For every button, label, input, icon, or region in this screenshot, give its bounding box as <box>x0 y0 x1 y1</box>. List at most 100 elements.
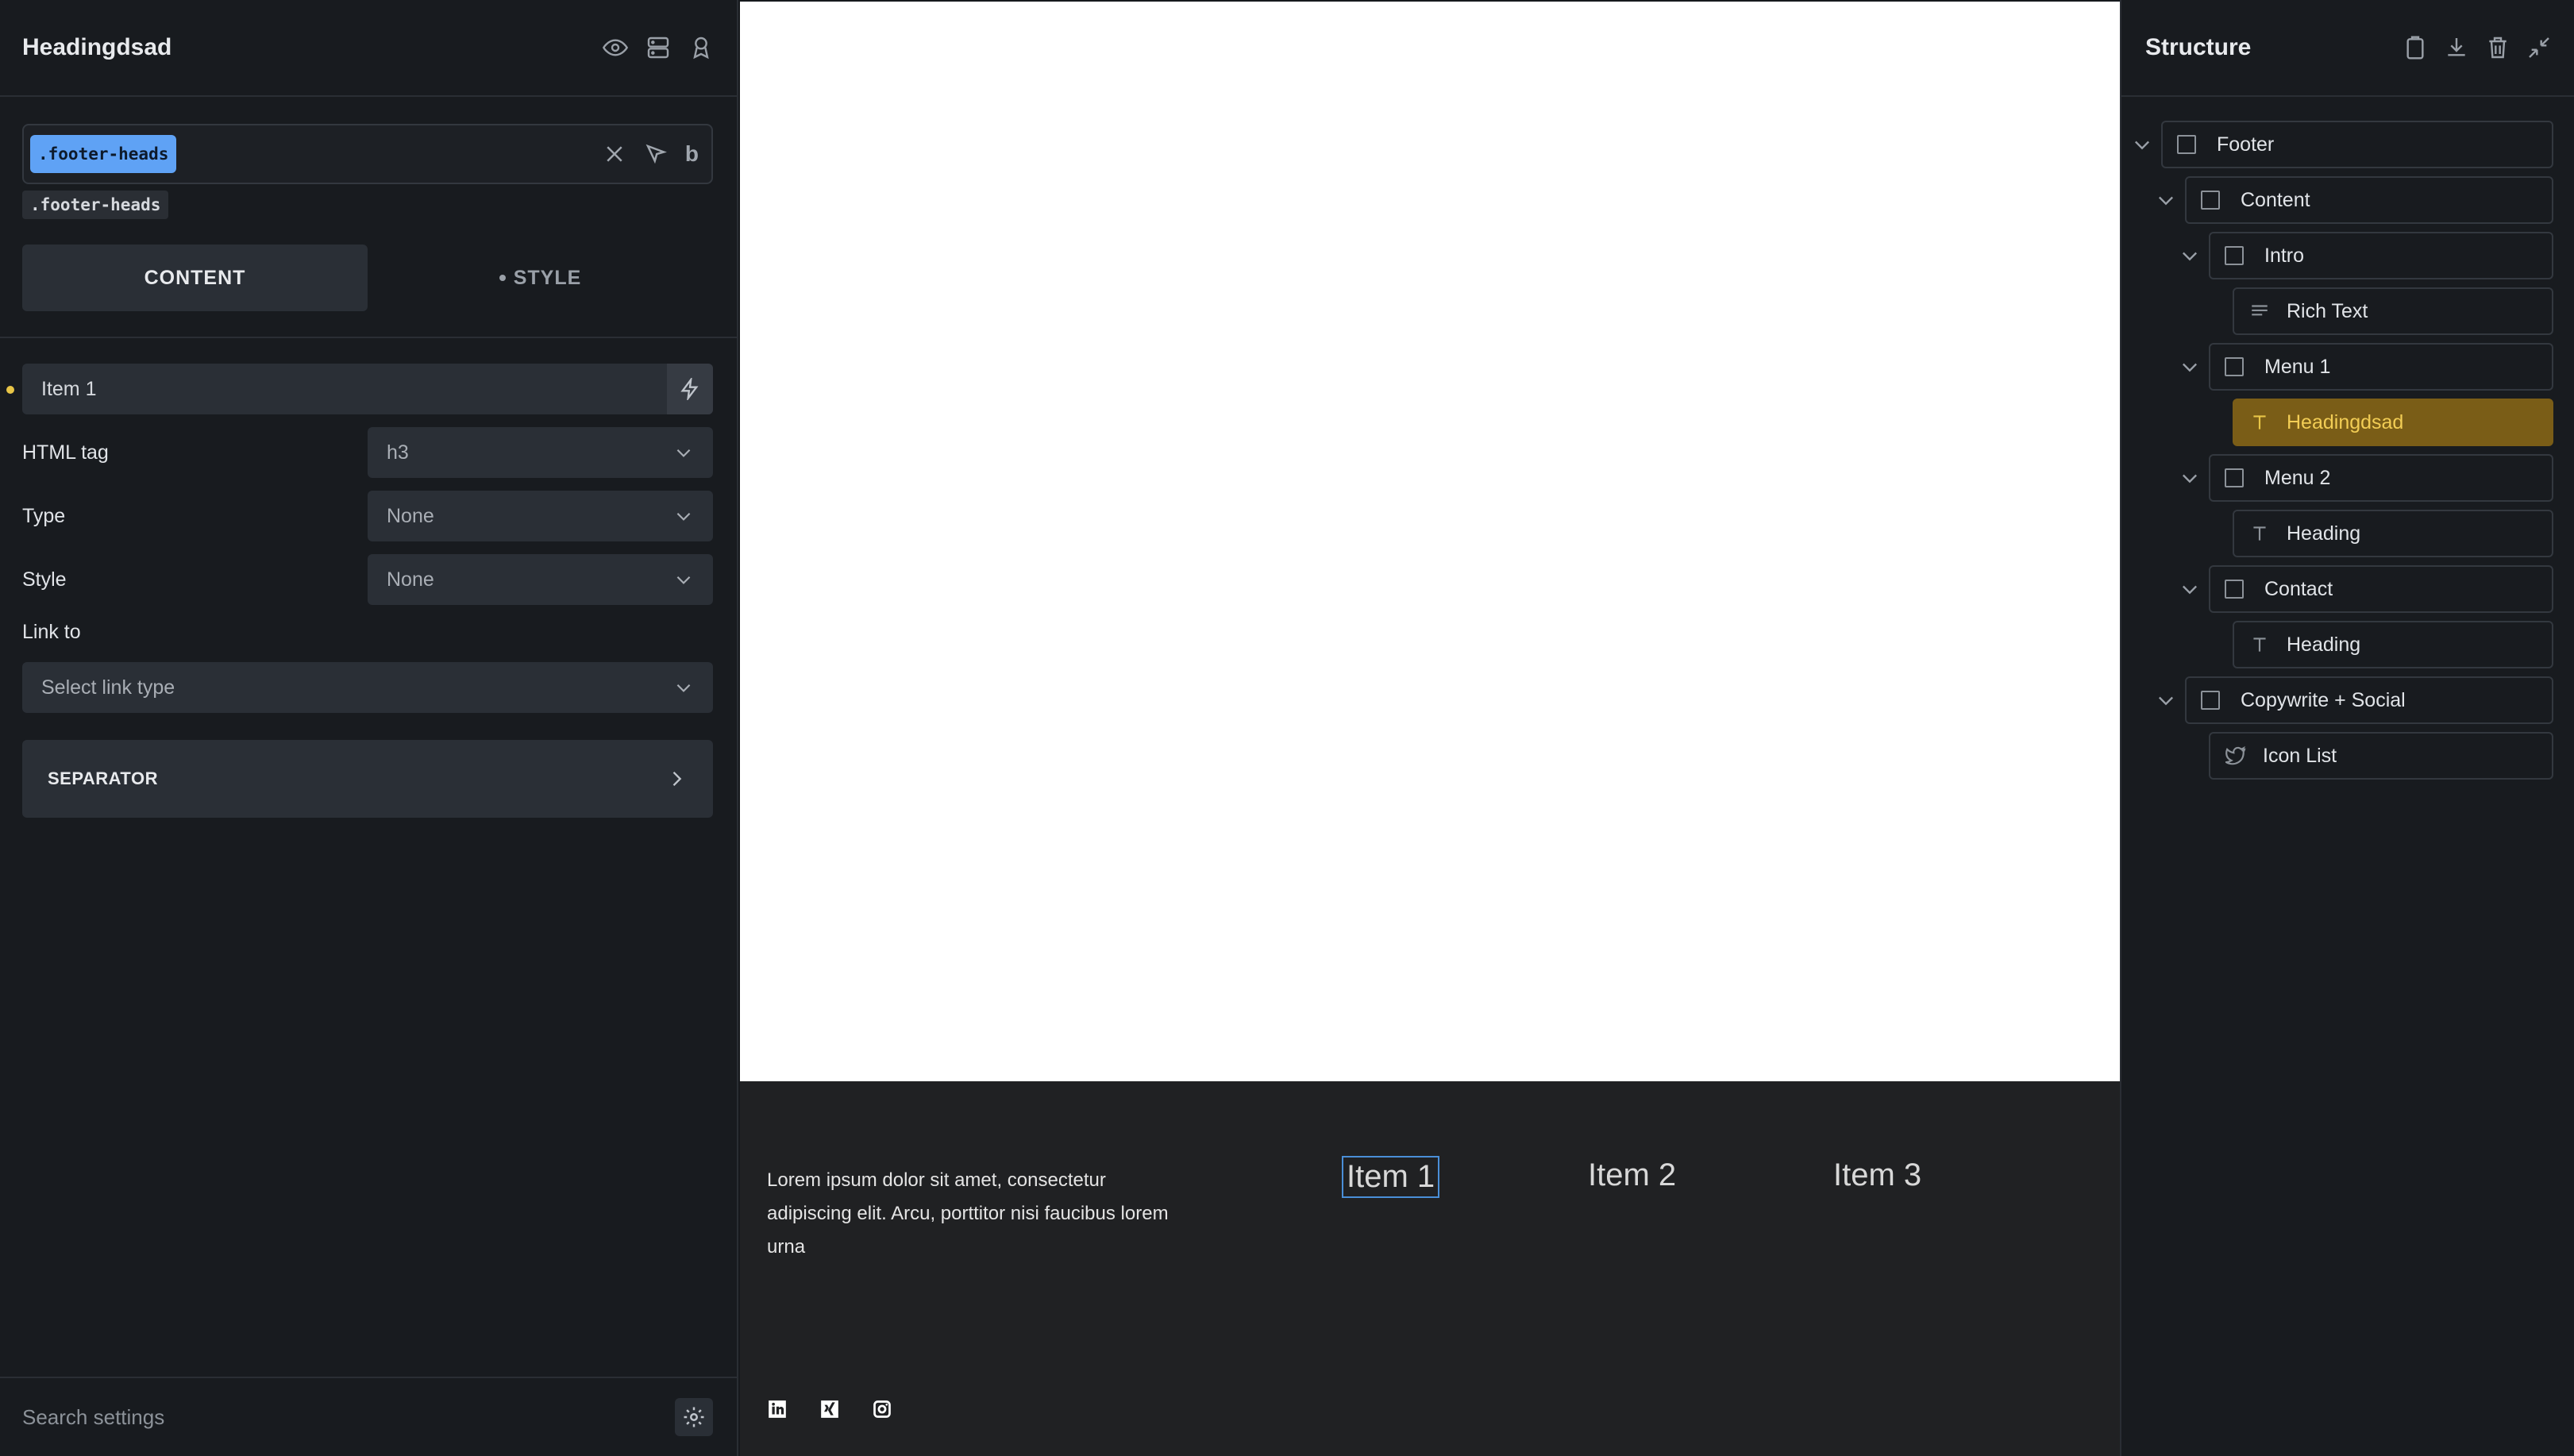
structure-node-label: Heading <box>2287 633 2361 656</box>
type-row: Type None <box>22 491 713 541</box>
text-field-value[interactable]: Item 1 <box>22 378 667 401</box>
structure-node[interactable]: Menu 2 <box>2209 454 2553 502</box>
cursor-icon[interactable] <box>644 142 668 166</box>
structure-node-label: Icon List <box>2263 744 2337 767</box>
menu-heading-2[interactable]: Item 2 <box>1588 1157 1676 1193</box>
structure-node[interactable]: Heading <box>2233 510 2553 557</box>
structure-node-label: Footer <box>2217 133 2275 156</box>
menu-heading-1[interactable]: Item 1 <box>1341 1156 1440 1198</box>
separator-accordion[interactable]: SEPARATOR <box>22 740 713 818</box>
search-settings-input[interactable] <box>22 1404 578 1430</box>
box-icon <box>2201 691 2220 710</box>
settings-header: Headingdsad <box>0 0 737 97</box>
tab-style[interactable]: STYLE <box>368 245 713 311</box>
tab-content[interactable]: CONTENT <box>22 245 368 311</box>
chevron-down-icon[interactable] <box>2155 189 2177 211</box>
text-field[interactable]: Item 1 <box>22 364 713 414</box>
intro-rich-text[interactable]: Lorem ipsum dolor sit amet, consectetur … <box>767 1164 1180 1264</box>
chevron-down-icon[interactable] <box>2179 467 2201 489</box>
structure-node-label: Contact <box>2264 577 2333 600</box>
structure-node[interactable]: Footer <box>2161 121 2553 168</box>
structure-node[interactable]: Headingdsad <box>2233 399 2553 446</box>
link-to-label: Link to <box>22 621 81 643</box>
instagram-icon[interactable] <box>872 1399 892 1419</box>
structure-title: Structure <box>2145 34 2252 60</box>
heading-t-icon <box>2248 634 2271 656</box>
divider <box>0 337 737 338</box>
menu-heading-3[interactable]: Item 3 <box>1833 1157 1921 1193</box>
structure-node[interactable]: Heading <box>2233 621 2553 668</box>
box-icon <box>2177 135 2196 154</box>
heading-t-icon <box>2248 411 2271 433</box>
chevron-down-icon[interactable] <box>2179 578 2201 600</box>
structure-node-label: Content <box>2241 188 2310 211</box>
box-icon <box>2225 468 2244 487</box>
selector-chip[interactable]: .footer-heads <box>30 135 177 173</box>
close-icon[interactable] <box>603 142 626 166</box>
chevron-down-icon[interactable] <box>2155 689 2177 711</box>
builder-canvas[interactable]: Lorem ipsum dolor sit amet, consectetur … <box>740 2 2120 1456</box>
style-label: Style <box>22 568 67 591</box>
link-type-select[interactable]: Select link type <box>22 662 713 713</box>
structure-node-label: Intro <box>2264 244 2305 267</box>
structure-node[interactable]: Intro <box>2209 232 2553 279</box>
server-icon[interactable] <box>645 34 672 61</box>
heading-t-icon <box>2248 522 2271 545</box>
badge-icon[interactable] <box>688 34 715 61</box>
gear-icon <box>684 1407 704 1427</box>
type-select[interactable]: None <box>368 491 713 541</box>
box-icon <box>2201 191 2220 210</box>
settings-button[interactable] <box>675 1398 713 1436</box>
search-settings-bar <box>0 1377 737 1456</box>
box-icon <box>2225 246 2244 265</box>
style-select[interactable]: None <box>368 554 713 605</box>
type-label: Type <box>22 504 66 527</box>
dynamic-data-button[interactable] <box>667 364 713 414</box>
footer-preview[interactable]: Lorem ipsum dolor sit amet, consectetur … <box>740 1081 2120 1456</box>
lightning-icon <box>680 378 699 400</box>
class-selector[interactable]: .footer-heads b <box>22 124 713 184</box>
html-tag-row: HTML tag h3 <box>22 427 713 478</box>
chevron-down-icon <box>676 576 691 584</box>
chevron-down-icon[interactable] <box>2131 133 2153 156</box>
element-title: Headingdsad <box>22 34 172 60</box>
dot-icon <box>499 275 506 281</box>
chevron-right-icon <box>672 772 682 786</box>
bold-icon[interactable]: b <box>685 141 699 167</box>
html-tag-select[interactable]: h3 <box>368 427 713 478</box>
style-row: Style None <box>22 554 713 605</box>
box-icon <box>2225 580 2244 599</box>
structure-node-label: Headingdsad <box>2287 410 2404 433</box>
chevron-down-icon <box>676 512 691 521</box>
chevron-down-icon <box>676 684 691 692</box>
structure-node-label: Heading <box>2287 522 2361 545</box>
chevron-down-icon <box>676 449 691 457</box>
collapse-icon[interactable] <box>2526 35 2552 60</box>
structure-node-label: Menu 1 <box>2264 355 2331 378</box>
linkedin-icon[interactable] <box>767 1399 788 1419</box>
structure-panel: Structure Footer Content Intro Rich Text Men… <box>2120 0 2574 1456</box>
panel-tabs: CONTENT STYLE <box>22 245 713 311</box>
twitter-icon <box>2225 745 2247 767</box>
structure-node[interactable]: Menu 1 <box>2209 343 2553 391</box>
class-tag: .footer-heads <box>22 191 169 219</box>
structure-node[interactable]: Content <box>2185 176 2553 224</box>
download-icon[interactable] <box>2444 35 2469 60</box>
structure-node[interactable]: Contact <box>2209 565 2553 613</box>
structure-header: Structure <box>2121 0 2574 97</box>
eye-icon[interactable] <box>602 34 629 61</box>
clipboard-icon[interactable] <box>2403 35 2428 60</box>
structure-node[interactable]: Rich Text <box>2233 287 2553 335</box>
xing-icon[interactable] <box>819 1399 840 1419</box>
structure-node[interactable]: Icon List <box>2209 732 2553 780</box>
text-lines-icon <box>2248 300 2271 322</box>
html-tag-label: HTML tag <box>22 441 109 464</box>
modified-dot-icon <box>6 386 14 394</box>
structure-node-label: Copywrite + Social <box>2241 688 2406 711</box>
trash-icon[interactable] <box>2485 35 2510 60</box>
chevron-down-icon[interactable] <box>2179 356 2201 378</box>
structure-node-label: Menu 2 <box>2264 466 2331 489</box>
structure-node[interactable]: Copywrite + Social <box>2185 676 2553 724</box>
separator-label: SEPARATOR <box>48 768 158 788</box>
chevron-down-icon[interactable] <box>2179 245 2201 267</box>
